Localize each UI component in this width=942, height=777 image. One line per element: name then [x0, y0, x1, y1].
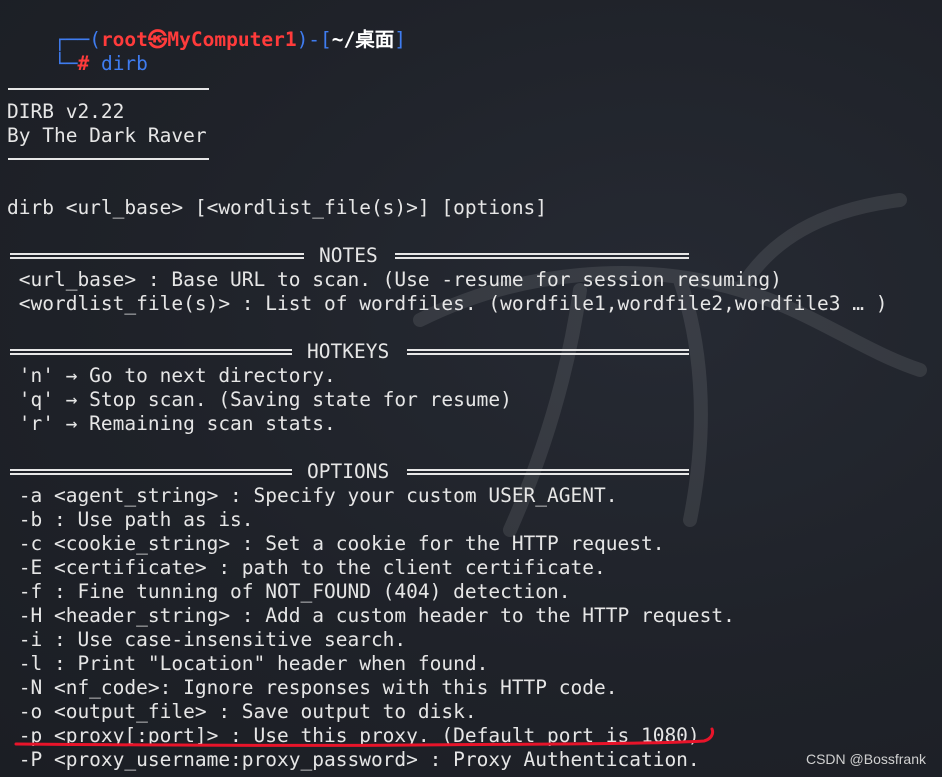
hotkeys-divider-right	[407, 349, 689, 355]
option-line: -a <agent_string> : Specify your custom …	[7, 484, 618, 507]
option-line: -f : Fine tunning of NOT_FOUND (404) det…	[7, 580, 571, 603]
root-hash-icon: #	[77, 52, 90, 75]
terminal-window[interactable]: ┌──(root㉿MyComputer1)-[~/桌面] └─# dirb DI…	[0, 0, 942, 777]
notes-divider-right	[395, 253, 689, 259]
hotkeys-title: HOTKEYS	[307, 340, 390, 363]
hotkeys-divider-left	[10, 349, 292, 355]
banner-version: DIRB v2.22	[7, 100, 125, 123]
prompt-line: ┌──(root㉿MyComputer1)-[~/桌面]	[53, 28, 407, 51]
csdn-watermark: CSDN @Bossfrank	[805, 751, 926, 767]
option-line: -i : Use case-insensitive search.	[7, 628, 407, 651]
options-divider-left	[10, 469, 292, 475]
option-line: -c <cookie_string> : Set a cookie for th…	[7, 532, 665, 555]
options-divider-right	[407, 469, 689, 475]
command-line[interactable]: └─# dirb	[7, 28, 148, 75]
command-text: dirb	[100, 52, 148, 75]
banner-rule-bottom	[8, 158, 209, 160]
red-underline-annotation	[14, 727, 715, 747]
banner-author: By The Dark Raver	[7, 124, 207, 147]
option-line: -o <output_file> : Save output to disk.	[7, 700, 477, 723]
option-line: -b : Use path as is.	[7, 508, 254, 531]
option-line: -l : Print "Location" header when found.	[7, 652, 489, 675]
hotkey-line: 'n' → Go to next directory.	[7, 364, 336, 387]
banner-rule-top	[8, 88, 209, 90]
prompt-dir: ~/桌面	[331, 28, 395, 51]
notes-title: NOTES	[319, 244, 378, 267]
option-line: -N <nf_code>: Ignore responses with this…	[7, 676, 618, 699]
prompt-host: MyComputer1	[167, 28, 297, 51]
kali-dragon-watermark-icon	[413, 193, 927, 537]
option-line: -E <certificate> : path to the client ce…	[7, 556, 606, 579]
skull-icon: ㉿	[147, 28, 168, 51]
option-line: -P <proxy_username:proxy_password> : Pro…	[7, 748, 700, 771]
option-line: -H <header_string> : Add a custom header…	[7, 604, 735, 627]
notes-line: <url_base> : Base URL to scan. (Use -res…	[7, 268, 782, 291]
notes-divider-left	[10, 253, 304, 259]
hotkey-line: 'q' → Stop scan. (Saving state for resum…	[7, 388, 512, 411]
usage-line: dirb <url_base> [<wordlist_file(s)>] [op…	[7, 196, 548, 219]
options-title: OPTIONS	[307, 460, 390, 483]
hotkey-line: 'r' → Remaining scan stats.	[7, 412, 336, 435]
notes-line: <wordlist_file(s)> : List of wordfiles. …	[7, 292, 888, 315]
